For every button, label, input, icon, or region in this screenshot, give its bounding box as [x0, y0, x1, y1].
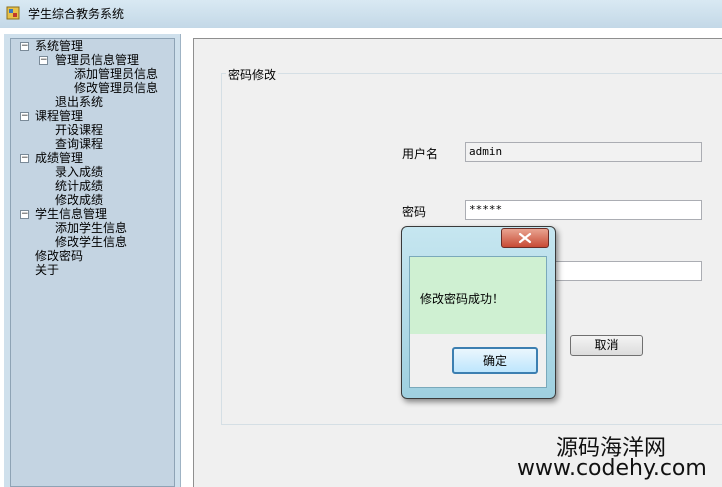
dialog-message: 修改密码成功！ — [420, 292, 505, 306]
app-icon — [6, 6, 20, 20]
tree-item-student-info-management[interactable]: 学生信息管理 — [35, 207, 107, 221]
dialog-close-button[interactable] — [501, 228, 549, 248]
tree-item-admin-info-management[interactable]: 管理员信息管理 — [55, 53, 139, 67]
tree-toggle-grade-management[interactable]: − — [20, 154, 29, 163]
username-field[interactable]: admin — [465, 142, 702, 162]
tree-toggle-system-management[interactable]: − — [20, 42, 29, 51]
tree-item-open-course[interactable]: 开设课程 — [55, 123, 103, 137]
confirm-password-field[interactable] — [550, 261, 702, 281]
watermark-url: www.codehy.com — [517, 456, 707, 481]
password-field[interactable]: ***** — [465, 200, 702, 220]
tree-item-edit-admin-info[interactable]: 修改管理员信息 — [74, 81, 158, 95]
window-titlebar[interactable]: 学生综合教务系统 — [0, 0, 722, 28]
window-title: 学生综合教务系统 — [28, 7, 125, 21]
close-icon — [518, 232, 532, 244]
tree-item-system-management[interactable]: 系统管理 — [35, 39, 83, 53]
tree-item-edit-student-info[interactable]: 修改学生信息 — [55, 235, 127, 249]
tree-toggle-course-management[interactable]: − — [20, 112, 29, 121]
tree-item-add-student-info[interactable]: 添加学生信息 — [55, 221, 127, 235]
tree-item-enter-grades[interactable]: 录入成绩 — [55, 165, 103, 179]
cancel-button[interactable]: 取消 — [570, 335, 643, 356]
ok-button[interactable]: 确定 — [452, 347, 538, 374]
tree-item-add-admin-info[interactable]: 添加管理员信息 — [74, 67, 158, 81]
password-label: 密码 — [402, 205, 427, 219]
tree-item-query-course[interactable]: 查询课程 — [55, 137, 103, 151]
tree-toggle-student-info-management[interactable]: − — [20, 210, 29, 219]
tree-item-exit-system[interactable]: 退出系统 — [55, 95, 103, 109]
groupbox-title: 密码修改 — [226, 66, 279, 83]
tree-item-change-password[interactable]: 修改密码 — [35, 249, 83, 263]
username-label: 用户名 — [402, 147, 439, 161]
tree-toggle-admin-info-management[interactable]: − — [39, 56, 48, 65]
tree-item-grade-statistics[interactable]: 统计成绩 — [55, 179, 103, 193]
tree-item-about[interactable]: 关于 — [35, 263, 59, 277]
tree-item-course-management[interactable]: 课程管理 — [35, 109, 83, 123]
tree-item-grade-management[interactable]: 成绩管理 — [35, 151, 83, 165]
tree-item-edit-grades[interactable]: 修改成绩 — [55, 193, 103, 207]
